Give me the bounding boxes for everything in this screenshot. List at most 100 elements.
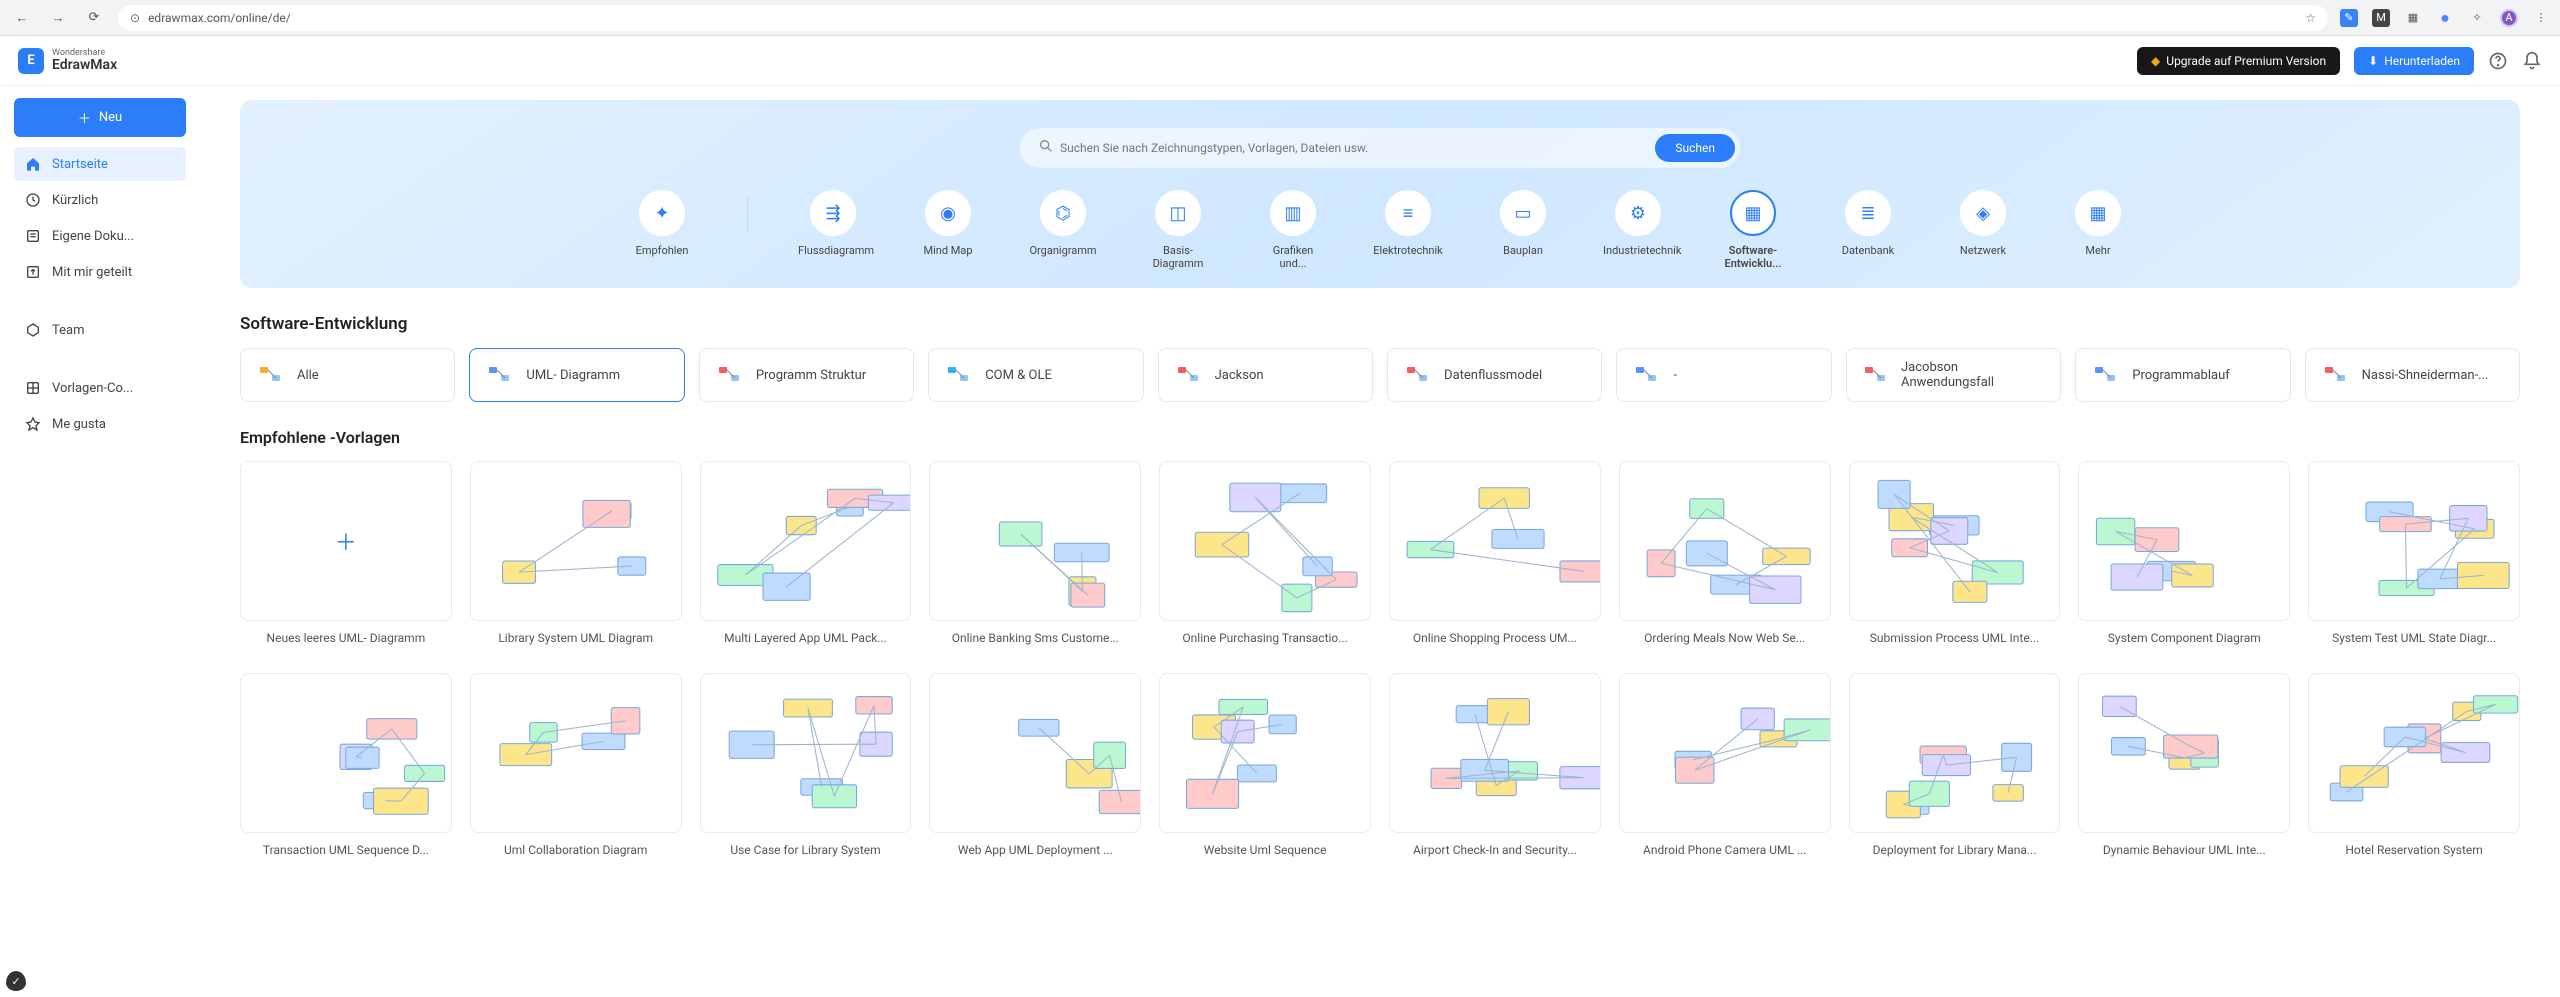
sidebar-item-label: Team <box>52 323 85 338</box>
ext-icon-3[interactable]: ▦ <box>2404 9 2422 27</box>
sidebar-item-megusta[interactable]: Me gusta <box>14 407 186 441</box>
template-t18[interactable]: Dynamic Behaviour UML Inte... <box>2078 673 2290 867</box>
tab-jacobson[interactable]: Jacobson Anwendungsfall <box>1846 348 2061 402</box>
category-software[interactable]: ▦Software-Entwicklu... <box>1723 190 1783 270</box>
template-thumb <box>1159 461 1371 621</box>
tab-label: Programm Struktur <box>756 368 866 384</box>
category-netzwerk[interactable]: ◈Netzwerk <box>1953 190 2013 270</box>
template-t6[interactable]: Ordering Meals Now Web Se... <box>1619 461 1831 655</box>
tab-icon <box>1633 364 1661 386</box>
extensions-icon[interactable]: ✧ <box>2468 9 2486 27</box>
category-label: Mehr <box>2085 244 2110 257</box>
template-label: Use Case for Library System <box>700 833 912 867</box>
sidebar-item-geteilt[interactable]: Mit mir geteilt <box>14 255 186 289</box>
template-t9[interactable]: System Test UML State Diagr... <box>2308 461 2520 655</box>
template-t1[interactable]: Library System UML Diagram <box>470 461 682 655</box>
avatar[interactable]: A <box>2500 9 2518 27</box>
search-input[interactable] <box>1060 141 1655 155</box>
category-basis[interactable]: ◫Basis-Diagramm <box>1148 190 1208 270</box>
template-new-blank[interactable]: ＋Neues leeres UML- Diagramm <box>240 461 452 655</box>
ext-icon-1[interactable]: ✎ <box>2340 9 2358 27</box>
plus-icon: ＋ <box>78 108 91 127</box>
template-t2[interactable]: Multi Layered App UML Pack... <box>700 461 912 655</box>
template-t5[interactable]: Online Shopping Process UM... <box>1389 461 1601 655</box>
netzwerk-icon: ◈ <box>1960 190 2006 236</box>
search-button[interactable]: Suchen <box>1655 134 1735 162</box>
sidebar-item-kuerzlich[interactable]: Kürzlich <box>14 183 186 217</box>
template-t11[interactable]: Uml Collaboration Diagram <box>470 673 682 867</box>
category-flussdiagramm[interactable]: ⇶Flussdiagramm <box>803 190 863 270</box>
sidebar-item-startseite[interactable]: Startseite <box>14 147 186 181</box>
new-button[interactable]: ＋ Neu <box>14 98 186 137</box>
url-bar[interactable]: ⊙ edrawmax.com/online/de/ ☆ <box>118 5 2328 31</box>
tab-datenfluss[interactable]: Datenflussmodel <box>1387 348 1602 402</box>
template-label: Ordering Meals Now Web Se... <box>1619 621 1831 655</box>
category-mindmap[interactable]: ◉Mind Map <box>918 190 978 270</box>
template-t3[interactable]: Online Banking Sms Custome... <box>929 461 1141 655</box>
templates-title: Empfohlene -Vorlagen <box>240 428 2520 447</box>
menu-icon[interactable]: ⋮ <box>2532 9 2550 27</box>
shield-icon[interactable]: ✓ <box>6 971 26 991</box>
template-label: Deployment for Library Mana... <box>1849 833 2061 867</box>
template-label: System Test UML State Diagr... <box>2308 621 2520 655</box>
help-icon[interactable] <box>2488 51 2508 71</box>
tab-programmablauf[interactable]: Programmablauf <box>2075 348 2290 402</box>
template-t7[interactable]: Submission Process UML Inte... <box>1849 461 2061 655</box>
template-t15[interactable]: Airport Check-In and Security... <box>1389 673 1601 867</box>
template-t10[interactable]: Transaction UML Sequence D... <box>240 673 452 867</box>
template-t12[interactable]: Use Case for Library System <box>700 673 912 867</box>
reload-icon[interactable]: ⟳ <box>82 6 106 30</box>
category-label: Elektrotechnik <box>1373 244 1442 257</box>
forward-icon[interactable]: → <box>46 6 70 30</box>
tab-jackson[interactable]: Jackson <box>1158 348 1373 402</box>
download-button[interactable]: ⬇ Herunterladen <box>2354 47 2474 75</box>
upgrade-button[interactable]: ◆ Upgrade auf Premium Version <box>2137 47 2340 75</box>
section-title: Software-Entwicklung <box>240 314 2520 334</box>
tab-programm[interactable]: Programm Struktur <box>699 348 914 402</box>
category-bauplan[interactable]: ▭Bauplan <box>1493 190 1553 270</box>
category-mehr[interactable]: ▦Mehr <box>2068 190 2128 270</box>
category-grafiken[interactable]: ▥Grafiken und... <box>1263 190 1323 270</box>
template-t16[interactable]: Android Phone Camera UML ... <box>1619 673 1831 867</box>
logo[interactable]: E Wondershare EdrawMax <box>18 48 117 74</box>
template-t13[interactable]: Web App UML Deployment ... <box>929 673 1141 867</box>
template-t8[interactable]: System Component Diagram <box>2078 461 2290 655</box>
sidebar-item-vorlagen[interactable]: Vorlagen-Co... <box>14 371 186 405</box>
tab-icon <box>1175 364 1203 386</box>
template-t19[interactable]: Hotel Reservation System <box>2308 673 2520 867</box>
ext-icon-2[interactable]: M <box>2372 9 2390 27</box>
flussdiagramm-icon: ⇶ <box>810 190 856 236</box>
grid-icon <box>24 379 42 397</box>
tab-alle[interactable]: Alle <box>240 348 455 402</box>
category-organigramm[interactable]: ⌬Organigramm <box>1033 190 1093 270</box>
mindmap-icon: ◉ <box>925 190 971 236</box>
main-content: Suchen ✦Empfohlen ⇶Flussdiagramm ◉Mind Map… <box>200 86 2560 897</box>
tab-icon <box>2092 364 2120 386</box>
bell-icon[interactable] <box>2522 51 2542 71</box>
template-t14[interactable]: Website Uml Sequence <box>1159 673 1371 867</box>
back-icon[interactable]: ← <box>10 6 34 30</box>
category-elektro[interactable]: ≡Elektrotechnik <box>1378 190 1438 270</box>
tab-label: Programmablauf <box>2132 368 2230 384</box>
ext-icon-4[interactable]: ● <box>2436 9 2454 27</box>
site-info-icon[interactable]: ⊙ <box>130 11 140 25</box>
star-icon[interactable]: ☆ <box>2305 11 2316 25</box>
template-t4[interactable]: Online Purchasing Transactio... <box>1159 461 1371 655</box>
sidebar-item-team[interactable]: Team <box>14 313 186 347</box>
tab-dash[interactable]: - <box>1616 348 1831 402</box>
grafiken-icon: ▥ <box>1270 190 1316 236</box>
category-industrie[interactable]: ⚙Industrietechnik <box>1608 190 1668 270</box>
tab-icon <box>1863 364 1889 386</box>
tab-uml[interactable]: UML- Diagramm <box>469 348 684 402</box>
category-label: Basis-Diagramm <box>1148 244 1208 270</box>
template-t17[interactable]: Deployment for Library Mana... <box>1849 673 2061 867</box>
tab-com[interactable]: COM & OLE <box>928 348 1143 402</box>
team-icon <box>24 321 42 339</box>
category-empfohlen[interactable]: ✦Empfohlen <box>632 190 692 270</box>
organigramm-icon: ⌬ <box>1040 190 1086 236</box>
tab-nassi[interactable]: Nassi-Shneiderman-... <box>2305 348 2520 402</box>
template-thumb <box>700 461 912 621</box>
sidebar-item-eigene[interactable]: Eigene Doku... <box>14 219 186 253</box>
category-datenbank[interactable]: ≣Datenbank <box>1838 190 1898 270</box>
template-label: Online Banking Sms Custome... <box>929 621 1141 655</box>
